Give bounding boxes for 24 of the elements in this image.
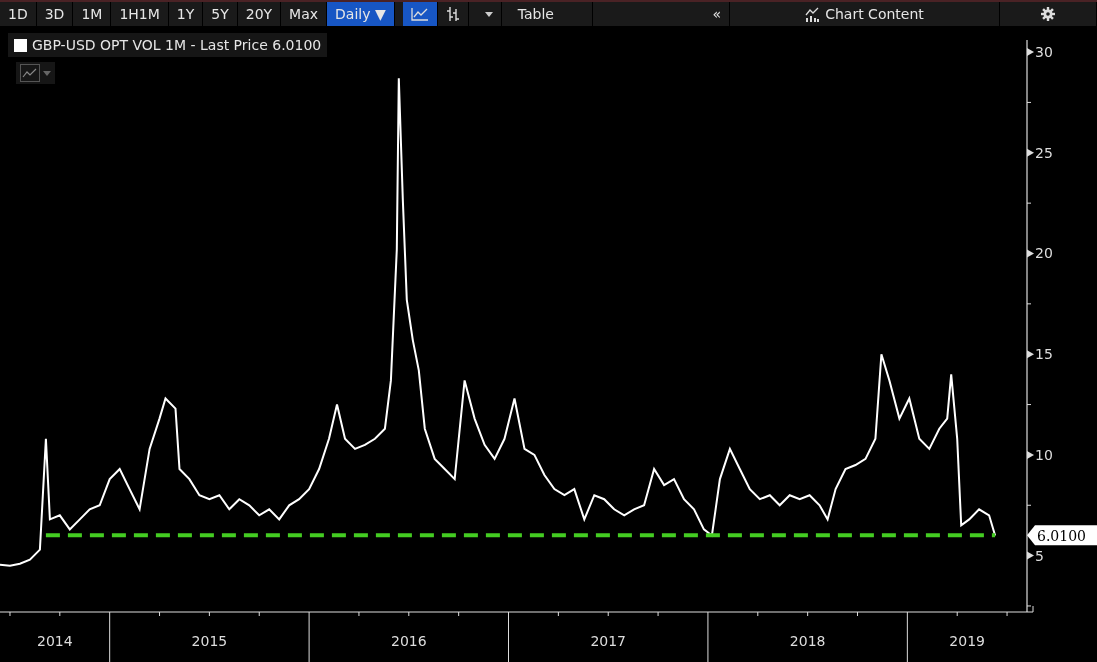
line-chart-icon [20, 64, 40, 82]
ohlc-bars-icon [445, 6, 460, 22]
line-chart-icon [410, 7, 429, 21]
chart-content-icon [805, 6, 821, 22]
x-tick-label: 2018 [789, 633, 826, 649]
y-tick-label: 30 [1035, 44, 1053, 61]
x-tick-label: 2016 [391, 633, 427, 649]
chart-type-dropdown[interactable] [16, 62, 55, 84]
y-tick-label: 25 [1035, 144, 1053, 161]
y-tick-label: 10 [1035, 446, 1053, 463]
y-tick-label: 5 [1035, 547, 1044, 564]
caret-icon [43, 70, 51, 76]
x-tick-label: 2015 [191, 633, 228, 649]
x-tick-label: 2014 [37, 633, 73, 649]
y-tick-label: 15 [1035, 346, 1053, 363]
y-tick-label: 20 [1035, 245, 1053, 262]
caret-icon [484, 11, 493, 17]
frequency-dropdown[interactable]: Daily ▼ [327, 2, 395, 26]
x-tick-label: 2019 [949, 633, 985, 649]
legend-label: GBP-USD OPT VOL 1M - Last Price 6.0100 [32, 37, 322, 53]
settings-icon [1041, 7, 1055, 21]
x-tick-label: 2017 [590, 633, 627, 649]
line-chart-button[interactable] [402, 2, 438, 26]
price-tag: 6.0100 [1027, 525, 1097, 546]
